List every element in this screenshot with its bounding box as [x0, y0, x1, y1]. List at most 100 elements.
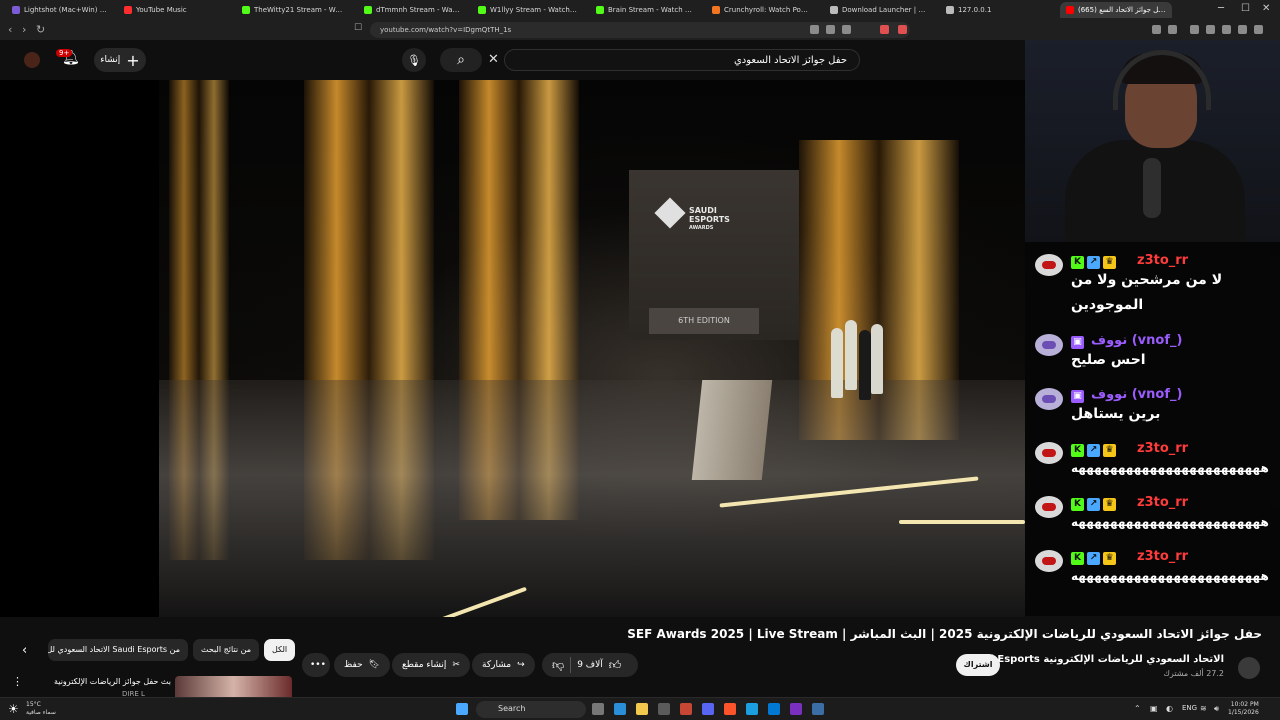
emote-icon [1035, 496, 1063, 518]
like-dislike-group: 👎︎ 9 آلاف 👍︎ [542, 653, 638, 677]
rewards-icon[interactable] [898, 25, 907, 34]
brave-shield-icon[interactable] [880, 25, 889, 34]
kebab-menu-icon[interactable]: ⋮ [12, 675, 23, 688]
like-count[interactable]: 9 آلاف [577, 660, 603, 670]
file-explorer-icon[interactable] [636, 703, 648, 715]
menu-icon[interactable] [1254, 25, 1263, 34]
tab-title: (665) حفل جوائز الاتحاد السع [1078, 6, 1166, 14]
reload-icon[interactable]: ↻ [36, 23, 45, 36]
language-indicator[interactable]: ENG [1182, 704, 1197, 712]
steam-icon[interactable] [746, 703, 758, 715]
chevron-left-icon[interactable]: ‹ [22, 643, 27, 658]
clip-button[interactable]: إنشاء مقطع ✂ [392, 653, 470, 677]
bookmark-icon[interactable]: ☐ [354, 23, 362, 33]
scissors-icon: ✂ [452, 660, 460, 670]
tray-app-icon[interactable]: ◐ [1166, 704, 1173, 713]
music-icon[interactable] [1190, 25, 1199, 34]
chip-from-channel[interactable]: من Saudi Esports الاتحاد السعودي لل [48, 639, 188, 661]
channel-name[interactable]: الاتحاد السعودي للرياضات الإلكترونية Sau… [962, 654, 1224, 665]
brave-icon[interactable] [724, 703, 736, 715]
browser-tab[interactable]: dTmmnh Stream - Watch Live on K [358, 2, 466, 18]
chat-text: لا من مرشحين ولا من [1071, 272, 1223, 288]
chat-text: برين يستاهل [1071, 406, 1161, 422]
floor-light [899, 520, 1025, 524]
windows-taskbar: ☀ 15°C سماء صافية Search ⌃ ▣ ◐ ENG ≋ 🔊︎ … [0, 697, 1280, 720]
weather-widget[interactable]: 15°C سماء صافية [26, 701, 56, 717]
chip-all[interactable]: الكل [264, 639, 296, 661]
taskbar-search[interactable]: Search [476, 701, 586, 718]
tab-favicon-icon [596, 6, 604, 14]
wifi-icon[interactable]: ≋ [1200, 704, 1207, 713]
share-page-icon[interactable] [842, 25, 851, 34]
edition-banner: 6TH EDITION [649, 308, 759, 334]
browser-tab[interactable]: YouTube Music [118, 2, 228, 18]
maximize-icon[interactable]: ☐ [1241, 3, 1250, 14]
dislike-icon[interactable]: 👎︎ [552, 658, 564, 673]
browser-tab[interactable]: W1llyy Stream - Watch Live on [472, 2, 584, 18]
browser-tab[interactable]: TheWitty21 Stream - Watch Live [236, 2, 352, 18]
account-avatar[interactable] [24, 52, 40, 68]
clock[interactable]: 10:02 PM 1/15/2026 [1228, 701, 1259, 717]
app-icon[interactable] [680, 703, 692, 715]
discord-icon[interactable] [702, 703, 714, 715]
store-icon[interactable] [768, 703, 780, 715]
subscriber-count: 27.2 ألف مشترك [1163, 669, 1224, 678]
extension-icon[interactable] [1168, 25, 1177, 34]
app-icon[interactable] [790, 703, 802, 715]
more-actions-button[interactable]: ••• [302, 653, 330, 677]
clock-time: 10:02 PM [1230, 701, 1259, 708]
clear-search-icon[interactable]: ✕ [488, 52, 499, 67]
save-label: حفظ [344, 660, 363, 670]
browser-tab[interactable]: Download Launcher | Hytale [824, 2, 934, 18]
channel-avatar[interactable] [1238, 657, 1260, 679]
related-video-thumbnail[interactable] [175, 676, 292, 697]
app-icon[interactable] [812, 703, 824, 715]
sef-logo-icon [654, 197, 686, 229]
chat-username: z3to_rr [1137, 253, 1189, 268]
youtube-masthead: 🔔︎ 9+ إنشاء + 🎙︎ ⌕ ✕ حفل جوائز الاتحاد ا… [0, 40, 1025, 80]
wallet-icon[interactable] [1222, 25, 1231, 34]
tray-app-icon[interactable]: ▣ [1150, 704, 1158, 713]
create-button[interactable]: إنشاء + [94, 48, 146, 72]
extension-icon[interactable] [1152, 25, 1161, 34]
install-icon[interactable] [810, 25, 819, 34]
sidebar-icon[interactable] [1206, 25, 1215, 34]
notification-badge: 9+ [56, 49, 73, 57]
save-button[interactable]: حفظ 🔖︎ [334, 653, 391, 677]
search-button[interactable]: ⌕ [440, 48, 482, 72]
person [845, 320, 857, 390]
translate-icon[interactable] [826, 25, 835, 34]
like-icon[interactable]: 👍︎ [609, 658, 622, 673]
browser-tab[interactable]: Brain Stream - Watch Live on K [590, 2, 698, 18]
vpn-icon[interactable] [1238, 25, 1247, 34]
related-video-title[interactable]: بث حفل جوائز الرياضات الإلكترونية [54, 677, 171, 686]
voice-search-mic-icon[interactable]: 🎙︎ [402, 48, 426, 72]
clip-label: إنشاء مقطع [402, 660, 447, 670]
github-icon[interactable] [658, 703, 670, 715]
minimize-icon[interactable]: ─ [1218, 3, 1224, 14]
browser-tab[interactable]: Lightshot (Mac+Win) — لقطة الشاشة [6, 2, 114, 18]
browser-tab[interactable]: (665) حفل جوائز الاتحاد السع [1060, 2, 1172, 18]
tab-title: Brain Stream - Watch Live on K [608, 6, 692, 14]
start-icon[interactable] [456, 703, 468, 715]
chip-from-search[interactable]: من نتائج البحث [193, 639, 260, 661]
browser-tab[interactable]: Crunchyroll: Watch Popular Anim [706, 2, 818, 18]
back-icon[interactable]: ‹ [8, 23, 12, 36]
browser-tab[interactable]: 127.0.0.1 [940, 2, 1052, 18]
video-player[interactable]: SAUDI ESPORTS AWARDS 6TH EDITION [159, 80, 1025, 617]
task-view-icon[interactable] [592, 703, 604, 715]
tab-title: W1llyy Stream - Watch Live on [490, 6, 578, 14]
tab-title: Download Launcher | Hytale [842, 6, 928, 14]
edge-icon[interactable] [614, 703, 626, 715]
close-window-icon[interactable]: ✕ [1262, 3, 1270, 14]
video-title: حفل جوائز الاتحاد السعودي للرياضات الإلك… [627, 627, 1262, 641]
share-button[interactable]: مشاركة ↪ [472, 653, 535, 677]
headset [1113, 50, 1211, 110]
chat-username: z3to_rr [1137, 495, 1189, 510]
forward-icon[interactable]: › [22, 23, 26, 36]
tray-chevron-icon[interactable]: ⌃ [1134, 704, 1141, 713]
subscribe-button[interactable]: اشتراك [956, 654, 1000, 676]
tab-favicon-icon [364, 6, 372, 14]
volume-icon[interactable]: 🔊︎ [1214, 704, 1219, 714]
search-input[interactable]: حفل جوائز الاتحاد السعودي [504, 49, 860, 71]
